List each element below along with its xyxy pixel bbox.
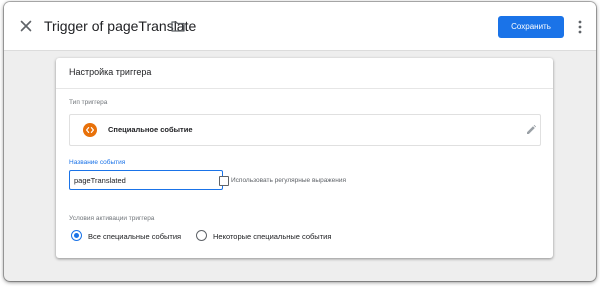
radio-some-events-label[interactable]: Некоторые специальные события xyxy=(213,232,331,241)
use-regex-label: Использовать регулярные выражения xyxy=(231,177,347,184)
radio-all-events-label[interactable]: Все специальные события xyxy=(88,232,181,241)
trigger-type-name: Специальное событие xyxy=(108,125,193,134)
card-title: Настройка триггера xyxy=(69,67,152,77)
folder-icon[interactable] xyxy=(171,20,185,32)
more-options-button[interactable] xyxy=(576,19,584,35)
event-name-label: Название события xyxy=(69,159,126,166)
more-vert-icon xyxy=(578,20,582,34)
activation-conditions-label: Условия активации триггера xyxy=(69,215,155,222)
trigger-type-label: Тип триггера xyxy=(69,99,108,106)
save-button[interactable]: Сохранить xyxy=(498,16,564,38)
radio-some-events[interactable] xyxy=(196,230,207,241)
tag-manager-window: Trigger of pageTranslate Сохранить Настр… xyxy=(4,2,596,281)
close-icon xyxy=(20,20,32,32)
event-name-input[interactable] xyxy=(69,170,223,190)
card-header: Настройка триггера xyxy=(56,58,553,89)
custom-event-icon xyxy=(83,123,97,137)
use-regex-checkbox[interactable] xyxy=(219,176,229,186)
pencil-icon[interactable] xyxy=(525,124,537,136)
radio-all-events[interactable] xyxy=(71,230,82,241)
close-button[interactable] xyxy=(18,18,34,34)
trigger-type-selector[interactable]: Специальное событие xyxy=(69,114,541,146)
top-bar: Trigger of pageTranslate Сохранить xyxy=(4,2,596,51)
trigger-config-card: Настройка триггера Тип триггера Специаль… xyxy=(56,58,553,258)
